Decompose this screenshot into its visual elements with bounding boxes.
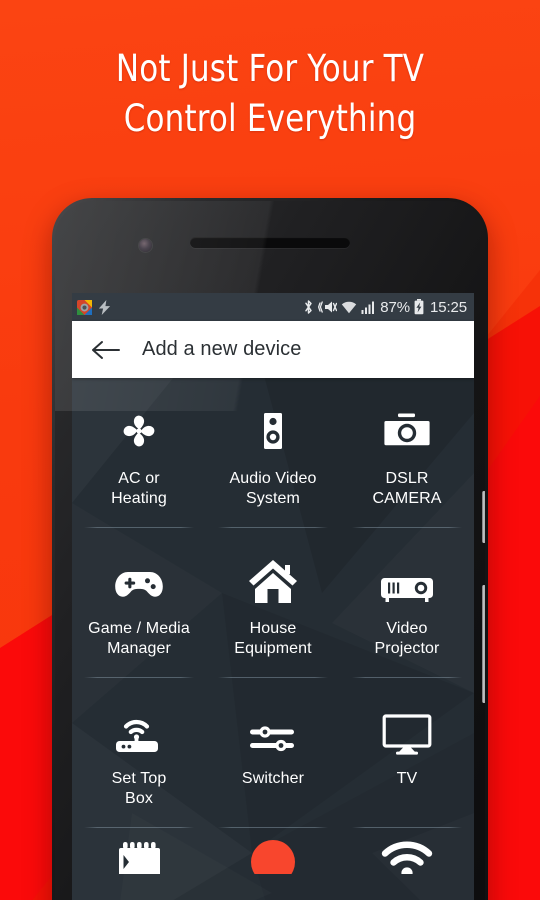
device-option-label: DSLR CAMERA bbox=[372, 470, 442, 507]
gamepad-icon bbox=[113, 554, 165, 606]
record-circle-icon bbox=[251, 840, 295, 874]
app-logo-icon bbox=[77, 299, 92, 315]
monitor-icon bbox=[382, 704, 432, 756]
device-type-grid: AC or Heating Audio Video System DSLR CA… bbox=[72, 378, 474, 874]
device-option-label: Video Projector bbox=[374, 620, 440, 657]
device-option-video-projector[interactable]: Video Projector bbox=[340, 528, 474, 678]
cellular-signal-icon bbox=[361, 300, 376, 315]
device-option-wifi-device[interactable] bbox=[340, 828, 474, 874]
device-option-dslr-camera[interactable]: DSLR CAMERA bbox=[340, 378, 474, 528]
phone-mockup: 87% 15:25 Add a new device AC or Heating… bbox=[52, 198, 488, 900]
device-option-set-top-box[interactable]: Set Top Box bbox=[72, 678, 206, 828]
device-option-label: Set Top Box bbox=[111, 770, 167, 807]
power-button[interactable] bbox=[482, 585, 485, 703]
device-option-record[interactable] bbox=[206, 828, 340, 874]
device-option-label: House Equipment bbox=[234, 620, 312, 657]
promo-headline-line-2: Control Everything bbox=[123, 97, 417, 140]
volume-button[interactable] bbox=[482, 491, 485, 543]
device-option-label: Switcher bbox=[241, 770, 305, 787]
bluetooth-icon bbox=[303, 299, 314, 315]
device-option-ac-or-heating[interactable]: AC or Heating bbox=[72, 378, 206, 528]
device-option-audio-video-system[interactable]: Audio Video System bbox=[206, 378, 340, 528]
front-camera-icon bbox=[139, 239, 152, 252]
device-option-tv[interactable]: TV bbox=[340, 678, 474, 828]
device-option-house-equipment[interactable]: House Equipment bbox=[206, 528, 340, 678]
fan-icon bbox=[114, 404, 164, 456]
phone-body: 87% 15:25 Add a new device AC or Heating… bbox=[55, 201, 485, 900]
projector-icon bbox=[379, 554, 435, 606]
arrow-left-icon[interactable] bbox=[90, 339, 120, 361]
device-option-label: TV bbox=[396, 770, 418, 787]
charging-bolt-icon bbox=[98, 299, 111, 315]
device-option-game-media-manager[interactable]: Game / Media Manager bbox=[72, 528, 206, 678]
earpiece-speaker bbox=[190, 237, 350, 248]
remote-control-icon bbox=[114, 840, 164, 874]
device-option-switcher[interactable]: Switcher bbox=[206, 678, 340, 828]
house-icon bbox=[248, 554, 298, 606]
app-toolbar: Add a new device bbox=[72, 321, 474, 378]
status-bar-notifications bbox=[77, 299, 111, 315]
router-icon bbox=[114, 704, 164, 756]
device-option-label: Audio Video System bbox=[229, 470, 317, 507]
device-option-label: Game / Media Manager bbox=[88, 620, 190, 657]
page-title: Add a new device bbox=[142, 338, 302, 360]
device-option-remote-control[interactable] bbox=[72, 828, 206, 874]
battery-percent-label: 87% bbox=[380, 298, 410, 316]
promo-headline-line-1: Not Just For Your TV bbox=[115, 47, 425, 90]
battery-charging-icon bbox=[414, 299, 424, 315]
status-bar-system-icons: 87% 15:25 bbox=[303, 299, 467, 316]
promo-headline: Not Just For Your TV Control Everything bbox=[0, 44, 540, 144]
wifi-icon bbox=[341, 300, 357, 315]
camera-icon bbox=[382, 404, 432, 456]
vibrate-mute-icon bbox=[318, 299, 338, 315]
status-bar-clock: 15:25 bbox=[429, 298, 467, 316]
status-bar: 87% 15:25 bbox=[72, 293, 474, 321]
device-option-label: AC or Heating bbox=[111, 470, 167, 507]
sliders-icon bbox=[249, 704, 297, 756]
speaker-icon bbox=[248, 404, 298, 456]
phone-screen: 87% 15:25 Add a new device AC or Heating… bbox=[72, 293, 474, 900]
phone-top-bezel bbox=[55, 201, 485, 293]
wifi-icon bbox=[381, 840, 433, 874]
